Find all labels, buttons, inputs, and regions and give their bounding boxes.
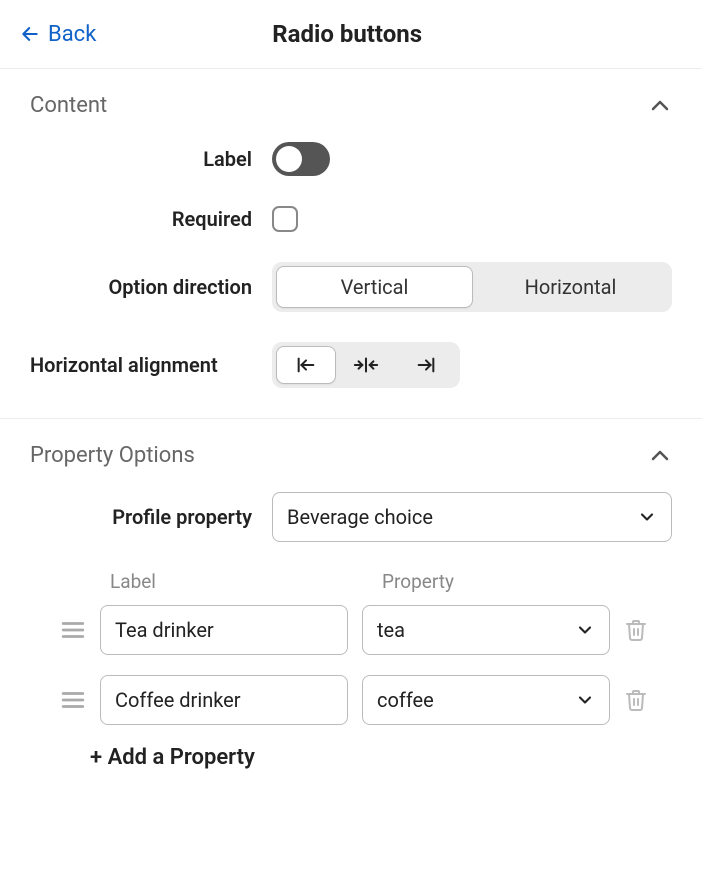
option-row: Coffee drinker coffee xyxy=(30,675,672,725)
drag-handle-icon[interactable] xyxy=(60,689,86,711)
required-row: Required xyxy=(30,206,672,232)
property-options-title: Property Options xyxy=(30,443,195,468)
align-right-icon xyxy=(415,355,437,375)
chevron-down-icon xyxy=(575,620,595,640)
align-left[interactable] xyxy=(276,346,336,384)
drag-handle-icon[interactable] xyxy=(60,619,86,641)
property-options-section: Property Options Profile property Bevera… xyxy=(0,419,702,790)
trash-icon[interactable] xyxy=(624,618,648,642)
option-row: Tea drinker tea xyxy=(30,605,672,655)
align-right[interactable] xyxy=(396,346,456,384)
align-center-icon xyxy=(353,355,379,375)
alignment-segmented xyxy=(272,342,460,388)
chevron-down-icon xyxy=(575,690,595,710)
page-title: Radio buttons xyxy=(16,20,678,48)
profile-property-label: Profile property xyxy=(30,505,272,529)
profile-property-value: Beverage choice xyxy=(287,505,433,529)
option-label-value: Coffee drinker xyxy=(115,688,241,712)
direction-vertical[interactable]: Vertical xyxy=(276,266,473,308)
option-label-input[interactable]: Tea drinker xyxy=(100,605,348,655)
direction-segmented: Vertical Horizontal xyxy=(272,262,672,312)
option-direction-row: Option direction Vertical Horizontal xyxy=(30,262,672,312)
trash-icon[interactable] xyxy=(624,688,648,712)
header: Back Radio buttons xyxy=(0,0,702,69)
direction-horizontal[interactable]: Horizontal xyxy=(473,266,668,308)
toggle-knob xyxy=(276,146,302,172)
property-options-header[interactable]: Property Options xyxy=(30,443,672,468)
option-property-select[interactable]: coffee xyxy=(362,675,610,725)
option-direction-label: Option direction xyxy=(30,275,272,299)
option-label-input[interactable]: Coffee drinker xyxy=(100,675,348,725)
chevron-down-icon xyxy=(637,507,657,527)
horizontal-alignment-row: Horizontal alignment xyxy=(30,342,672,388)
option-property-value: tea xyxy=(377,618,405,642)
label-row: Label xyxy=(30,142,672,176)
horizontal-alignment-label: Horizontal alignment xyxy=(30,352,272,378)
option-column-headers: Label Property xyxy=(30,570,672,593)
col-header-label: Label xyxy=(110,570,358,593)
required-row-label: Required xyxy=(30,207,272,231)
profile-property-select[interactable]: Beverage choice xyxy=(272,492,672,542)
chevron-up-icon xyxy=(648,94,672,118)
align-center[interactable] xyxy=(336,346,396,384)
option-label-value: Tea drinker xyxy=(115,618,214,642)
content-section-title: Content xyxy=(30,93,107,118)
option-property-select[interactable]: tea xyxy=(362,605,610,655)
add-property-button[interactable]: + Add a Property xyxy=(30,745,672,770)
profile-property-row: Profile property Beverage choice xyxy=(30,492,672,542)
chevron-up-icon xyxy=(648,444,672,468)
align-left-icon xyxy=(295,355,317,375)
content-section: Content Label Required Option direction … xyxy=(0,69,702,419)
col-header-property: Property xyxy=(382,570,672,593)
label-toggle[interactable] xyxy=(272,142,330,176)
required-checkbox[interactable] xyxy=(272,206,298,232)
label-row-label: Label xyxy=(30,147,272,171)
option-property-value: coffee xyxy=(377,688,434,712)
content-section-header[interactable]: Content xyxy=(30,93,672,118)
